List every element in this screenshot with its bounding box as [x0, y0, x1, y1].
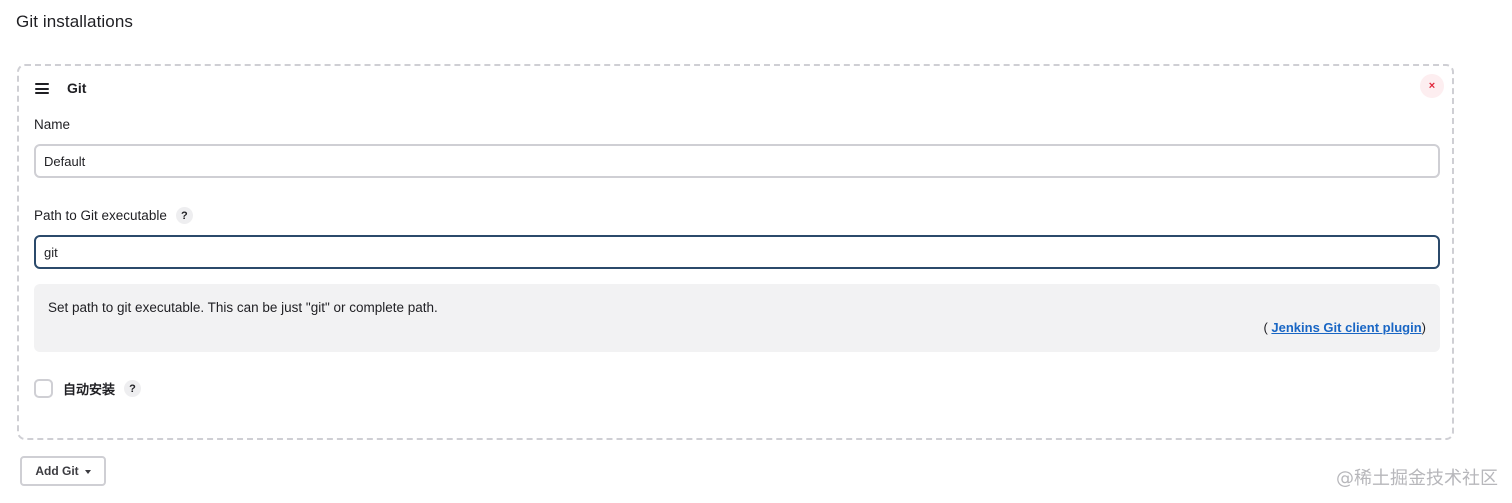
watermark: @稀土掘金技术社区 [1336, 468, 1498, 489]
path-help-icon[interactable]: ? [175, 207, 193, 224]
path-label: Path to Git executable [34, 208, 167, 223]
close-icon: × [1428, 80, 1436, 92]
autoinstall-help-icon[interactable]: ? [124, 380, 142, 397]
delete-button[interactable]: × [1420, 74, 1444, 98]
add-git-label: Add Git [35, 464, 79, 478]
name-input[interactable] [34, 144, 1440, 178]
autoinstall-row: 自动安装 ? [34, 379, 142, 398]
autoinstall-checkbox[interactable] [34, 379, 53, 398]
help-source-suffix: ) [1421, 320, 1426, 335]
path-label-row: Path to Git executable ? [34, 207, 193, 224]
help-source: ( Jenkins Git client plugin) [1263, 320, 1426, 335]
installation-title: Git [67, 80, 87, 96]
path-input[interactable] [34, 235, 1440, 269]
help-text: Set path to git executable. This can be … [48, 300, 438, 315]
path-help-panel: Set path to git executable. This can be … [34, 284, 1440, 352]
name-label: Name [34, 117, 71, 132]
add-git-button[interactable]: Add Git [20, 456, 106, 486]
chevron-down-icon [84, 469, 91, 474]
plugin-link[interactable]: Jenkins Git client plugin [1271, 320, 1421, 335]
drag-handle-icon[interactable] [35, 83, 51, 95]
git-installation-block: Git × Name Path to Git executable ? Set … [17, 64, 1454, 440]
autoinstall-label[interactable]: 自动安装 [63, 379, 115, 398]
section-title: Git installations [16, 12, 133, 31]
